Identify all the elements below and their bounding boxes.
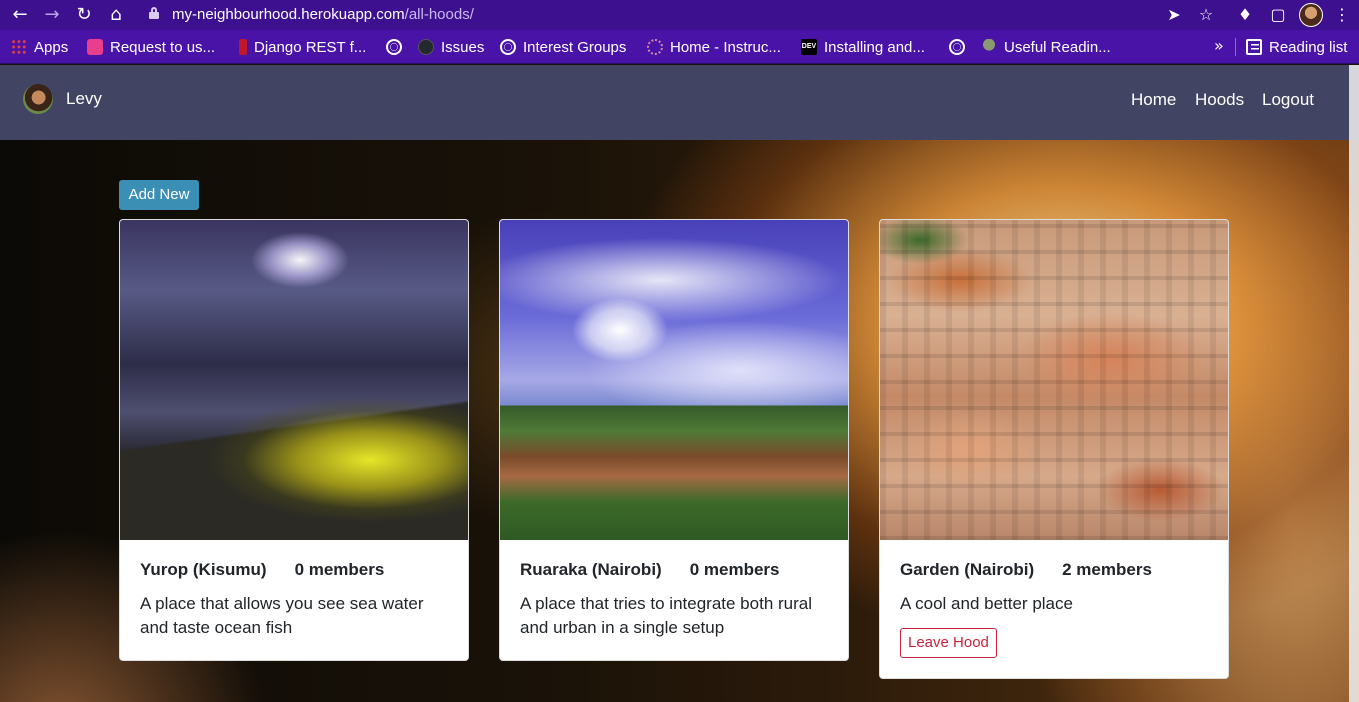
cast-icon[interactable]: ▢ [1266, 3, 1290, 27]
bookmark-installing[interactable]: DEV Installing and... [801, 36, 925, 58]
bookmark-label: Interest Groups [523, 38, 627, 56]
reading-list-icon [1246, 39, 1262, 55]
nav-hoods[interactable]: Hoods [1195, 90, 1244, 110]
globe-icon [386, 39, 402, 55]
reading-list[interactable]: Reading list [1246, 36, 1347, 58]
url-text[interactable]: my-neighbourhood.herokuapp.com/all-hoods… [172, 6, 474, 23]
hood-description: A cool and better place [900, 594, 1073, 613]
hood-image [500, 220, 848, 540]
hood-description: A place that allows you see sea water an… [140, 594, 424, 637]
globe-icon [500, 39, 516, 55]
apps-grid-icon [11, 39, 27, 55]
forward-icon[interactable]: → [40, 3, 64, 27]
username[interactable]: Levy [66, 89, 102, 109]
hood-description: A place that tries to integrate both rur… [520, 594, 813, 637]
nav-home[interactable]: Home [1131, 90, 1176, 110]
hood-members: 0 members [294, 560, 385, 579]
bookmark-label: Request to us... [110, 38, 216, 56]
bookmark-interest-groups[interactable]: Interest Groups [500, 36, 626, 58]
bookmark-globe-1[interactable] [386, 36, 402, 58]
bookmark-apps[interactable]: Apps [11, 36, 68, 58]
bookmark-request[interactable]: Request to us... [87, 36, 215, 58]
hood-image [120, 220, 468, 540]
bookmark-label: Apps [34, 38, 69, 56]
extensions-icon[interactable]: ♦ [1233, 3, 1257, 27]
reading-list-label: Reading list [1269, 38, 1348, 56]
bookmark-label: Home - Instruc... [670, 38, 781, 56]
github-icon [418, 39, 434, 55]
nav-logout[interactable]: Logout [1262, 90, 1314, 110]
wheel-icon [647, 39, 663, 55]
django-icon [239, 39, 247, 55]
bookmark-home-instruc[interactable]: Home - Instruc... [647, 36, 781, 58]
hood-name: Ruaraka (Nairobi) [520, 560, 662, 579]
back-icon[interactable]: ← [8, 3, 32, 27]
send-icon[interactable]: ➤ [1162, 3, 1186, 27]
bookmark-label: Installing and... [824, 38, 925, 56]
bookmark-useful-reading[interactable]: Useful Readin... [981, 36, 1111, 58]
url-path: /all-hoods/ [404, 6, 474, 23]
bookmark-globe-2[interactable] [949, 36, 965, 58]
bookmark-issues[interactable]: Issues [418, 36, 484, 58]
hood-image [880, 220, 1228, 540]
reload-icon[interactable]: ↻ [72, 3, 96, 27]
list-icon [87, 39, 103, 55]
hood-card[interactable]: Ruaraka (Nairobi) 0 members A place that… [499, 219, 849, 661]
bookmark-label: Useful Readin... [1004, 38, 1111, 56]
add-new-button[interactable]: Add New [119, 180, 199, 210]
home-icon[interactable]: ⌂ [104, 3, 128, 27]
star-icon[interactable]: ☆ [1194, 3, 1218, 27]
lock-icon[interactable] [149, 7, 159, 19]
tree-icon [981, 39, 997, 55]
hood-members: 0 members [689, 560, 780, 579]
dev-icon: DEV [801, 39, 817, 55]
bookmarks-divider [1235, 38, 1236, 56]
bookmark-label: Issues [441, 38, 485, 56]
leave-hood-button[interactable]: Leave Hood [900, 628, 997, 658]
scrollbar[interactable] [1349, 65, 1359, 702]
globe-icon [949, 39, 965, 55]
bookmark-label: Django REST f... [254, 38, 367, 56]
profile-avatar[interactable] [1299, 3, 1323, 27]
user-avatar[interactable] [23, 84, 53, 114]
bookmarks-overflow[interactable]: » [1214, 36, 1224, 55]
hood-name: Yurop (Kisumu) [140, 560, 267, 579]
hood-card[interactable]: Garden (Nairobi) 2 members A cool and be… [879, 219, 1229, 679]
hood-card[interactable]: Yurop (Kisumu) 0 members A place that al… [119, 219, 469, 661]
menu-icon[interactable]: ⋮ [1330, 3, 1354, 27]
hood-members: 2 members [1062, 560, 1152, 579]
hood-name: Garden (Nairobi) [900, 560, 1035, 579]
bookmark-django[interactable]: Django REST f... [239, 36, 366, 58]
url-host: my-neighbourhood.herokuapp.com [172, 6, 405, 23]
